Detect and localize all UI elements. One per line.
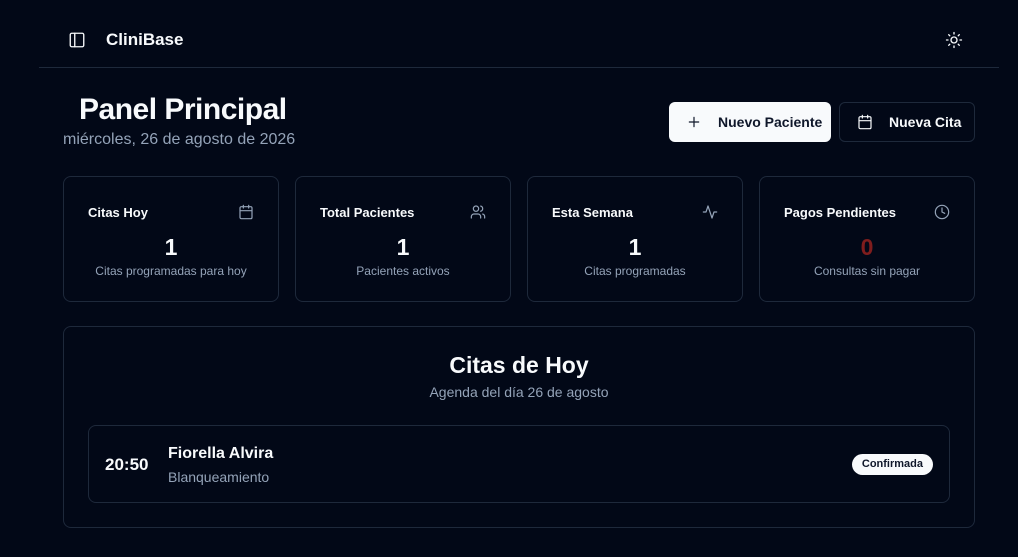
stat-card-subtitle: Consultas sin pagar xyxy=(813,264,921,278)
users-icon xyxy=(470,205,486,219)
stat-card-esta-semana: Esta Semana 1 Citas programadas xyxy=(527,176,743,302)
stat-card-value: 0 xyxy=(860,234,874,260)
sun-icon[interactable] xyxy=(945,31,963,49)
panel-left-icon[interactable] xyxy=(68,31,86,49)
page-date: miércoles, 26 de agosto de 2026 xyxy=(63,131,296,148)
page-title: Panel Principal xyxy=(79,93,287,126)
appointment-item[interactable]: 20:50 Fiorella Alvira Blanqueamiento Con… xyxy=(88,425,950,503)
stat-card-subtitle: Citas programadas xyxy=(584,264,686,278)
stat-card-title: Total Pacientes xyxy=(320,205,415,220)
new-appointment-button[interactable]: Nueva Cita xyxy=(839,102,975,142)
stat-card-title: Esta Semana xyxy=(552,205,633,220)
stat-card-pagos-pendientes: Pagos Pendientes 0 Consultas sin pagar xyxy=(759,176,975,302)
stat-card-title: Pagos Pendientes xyxy=(784,205,896,220)
activity-icon xyxy=(702,205,718,219)
stat-card-subtitle: Pacientes activos xyxy=(356,264,450,278)
plus-icon xyxy=(688,116,700,128)
stat-card-value: 1 xyxy=(396,234,410,260)
stat-card-title: Citas Hoy xyxy=(88,205,148,220)
app-title: CliniBase xyxy=(106,30,184,49)
top-bar: CliniBase xyxy=(39,0,999,68)
stat-card-value: 1 xyxy=(164,234,178,260)
calendar-icon xyxy=(858,114,872,130)
stat-card-value: 1 xyxy=(628,234,642,260)
clock-icon xyxy=(934,204,950,220)
panel-subtitle: Agenda del día 26 de agosto xyxy=(429,384,609,400)
new-patient-label: Nuevo Paciente xyxy=(718,114,823,130)
status-badge: Confirmada xyxy=(851,454,933,475)
stat-card-total-pacientes: Total Pacientes 1 Pacientes activos xyxy=(295,176,511,302)
stat-card-subtitle: Citas programadas para hoy xyxy=(95,264,247,278)
panel-title: Citas de Hoy xyxy=(449,352,589,378)
new-appointment-label: Nueva Cita xyxy=(889,114,962,130)
stat-card-citas-hoy: Citas Hoy 1 Citas programadas para hoy xyxy=(63,176,279,302)
today-appointments-panel: Citas de Hoy Agenda del día 26 de agosto… xyxy=(63,326,975,528)
appointment-patient: Fiorella Alvira xyxy=(168,445,274,462)
appointment-time: 20:50 xyxy=(105,455,149,474)
new-patient-button[interactable]: Nuevo Paciente xyxy=(669,102,831,142)
calendar-icon xyxy=(239,204,253,220)
appointment-treatment: Blanqueamiento xyxy=(168,469,270,485)
